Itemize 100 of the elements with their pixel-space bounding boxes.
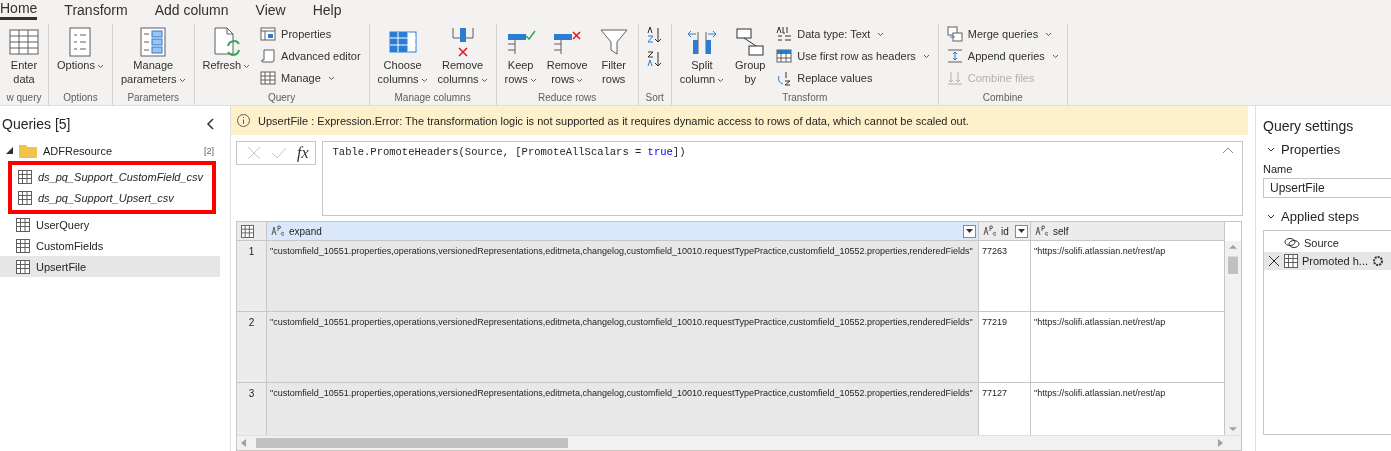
column-header[interactable]: expand [267,222,979,241]
table-icon [8,26,40,58]
combine-icon [946,70,963,86]
properties-section[interactable]: Properties [1267,142,1391,157]
table-icon [16,238,30,253]
append-icon [946,48,963,64]
ribbon-button[interactable]: Replace values [774,68,932,88]
ribbon-tab[interactable]: Help [312,2,369,20]
check-icon[interactable] [271,147,287,159]
chevron-icon [1267,214,1275,219]
table-cell: "customfield_10551.properties,operations,versionedRepresentations,editmeta,changelog,customfield_10010.requestTypePractice,customfield_10552.properties,renderedFields" [267,241,979,312]
table-cell: 77127 [979,383,1031,435]
group-label: Transform [781,92,829,105]
filter-icon [597,26,630,58]
table-menu-cell[interactable] [237,222,267,241]
collapse-icon[interactable] [206,118,214,130]
group-label: Reduce rows [536,92,598,105]
ribbon-tab[interactable]: View [255,2,313,20]
table-cell: "https://solifi.atlassian.net/rest/ap [1031,312,1225,383]
delete-icon[interactable] [1268,255,1280,267]
text-type-icon [1035,225,1049,237]
table-cell: "customfield_10551.properties,operations,versionedRepresentations,editmeta,changelog,customfield_10010.requestTypePractice,customfield_10552.properties,renderedFields" [267,312,979,383]
group-label: w query [6,92,42,105]
table-cell: "customfield_10551.properties,operations,versionedRepresentations,editmeta,changelog,customfield_10010.requestTypePractice,customfield_10552.properties,renderedFields" [267,383,979,435]
gear-icon[interactable] [1372,255,1385,267]
row-number: 1 [237,241,267,312]
ribbon-button[interactable]: Remove rows [544,24,590,88]
group-label: Parameters [126,92,181,105]
fx-button[interactable]: fx [297,144,309,162]
sort-descending-icon [646,50,663,68]
caret-icon [96,64,104,69]
table-cell: "https://solifi.atlassian.net/rest/ap [1031,383,1225,435]
ribbon-button[interactable]: Remove columns [435,24,490,88]
ribbon-button[interactable]: Split column [677,24,727,88]
folder-icon [19,143,37,158]
ribbon-button[interactable]: Keep rows [502,24,539,88]
chevron-icon [1267,147,1275,152]
caret-icon [576,78,584,83]
caret-icon [877,31,885,37]
group-label: Manage columns [393,92,472,105]
formula-field[interactable]: Table.PromoteHeaders(Source, [PromoteAllScalars = true]) [321,141,1243,216]
applied-steps-section[interactable]: Applied steps [1267,209,1391,224]
group-label: Query [266,92,297,105]
applied-step[interactable]: Promoted h... [1264,252,1391,270]
table-icon [260,70,277,86]
query-item[interactable]: CustomFields [0,235,220,256]
table-icon [1284,254,1298,268]
caret-icon [529,78,537,83]
caret-icon [327,75,335,81]
properties-icon [260,26,277,42]
query-item[interactable]: UpsertFile [0,256,220,277]
group-label: Options [62,92,99,105]
queries-title: Queries [5] [2,116,71,132]
table-icon [776,48,793,64]
name-field[interactable]: UpsertFile [1263,178,1391,198]
query-item[interactable]: UserQuery [0,214,220,235]
ribbon-button[interactable]: Group by [732,24,769,88]
table-icon [16,259,30,274]
table-cell: "https://solifi.atlassian.net/rest/ap [1031,241,1225,312]
ribbon-tab[interactable]: Add column [154,2,256,20]
row-number: 2 [237,312,267,383]
ribbon-button[interactable]: Properties [258,24,363,44]
filter-dropdown[interactable] [1015,224,1028,238]
caret-icon [1018,229,1025,233]
merge-icon [946,26,963,42]
applied-step[interactable]: Source [1264,234,1391,252]
table-cell: 77219 [979,312,1031,383]
text-type-icon [983,225,997,237]
name-label: Name [1263,163,1294,175]
ribbon-button[interactable]: Options [55,24,106,74]
table-icon [18,190,32,205]
ribbon-button[interactable]: Refresh [200,24,253,74]
row-number: 3 [237,383,267,435]
ribbon-tab[interactable]: Transform [64,2,155,20]
ribbon-button[interactable]: Enter data [6,24,42,88]
group-by-icon [734,26,767,58]
caret-icon [966,229,973,233]
column-header[interactable]: id [979,222,1031,241]
filter-dropdown[interactable] [963,224,976,238]
ribbon-button[interactable]: Data type: Text [774,24,932,44]
vertical-scrollbar[interactable] [1225,241,1241,435]
error-message: UpsertFile : Expression.Error: The transformation logic is not supported as it requires dynamic access to rows of data, which cannot be scaled out. [258,114,969,127]
info-icon [237,114,250,127]
ribbon-button[interactable]: Merge queries [944,24,1061,44]
query-item[interactable]: ADFResource [2] [0,140,220,161]
caret-icon [922,53,930,59]
query-item[interactable]: ds_pq_Support_Upsert_csv [12,187,212,208]
ribbon-button[interactable]: Manage parameters [118,24,188,88]
data-type-icon [776,26,793,42]
ribbon-button[interactable]: Manage [258,68,363,88]
query-settings-title: Query settings [1263,118,1355,134]
caret-icon [178,78,186,83]
ribbon-button[interactable]: Choose columns [375,24,430,88]
ribbon-button[interactable]: Append queries [944,46,1061,66]
column-header[interactable]: self [1031,222,1225,241]
query-item[interactable]: ds_pq_Support_CustomField_csv [12,166,212,187]
ribbon-button[interactable]: Filter rows [595,24,632,88]
ribbon-button[interactable]: Use first row as headers [774,46,932,66]
caret-icon [420,78,428,83]
ribbon-button[interactable]: Advanced editor [258,46,363,66]
